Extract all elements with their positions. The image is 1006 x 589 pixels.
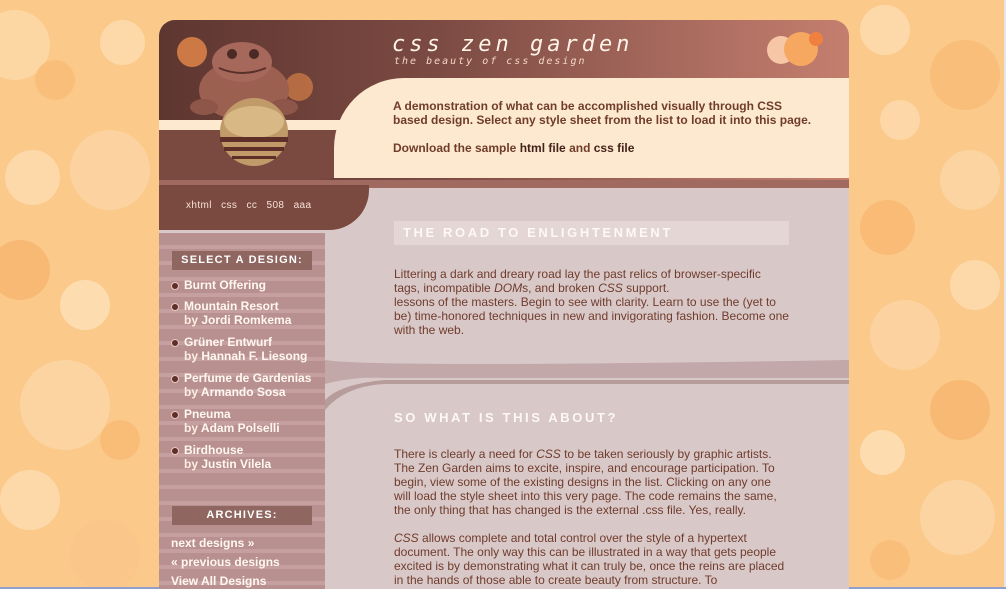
s1-text-c: support. bbox=[622, 281, 670, 295]
s2-p2-css: CSS bbox=[394, 531, 419, 545]
bullet-icon bbox=[171, 303, 179, 311]
archives-heading: ARCHIVES: bbox=[172, 506, 312, 525]
design-item-gruner-entwurf[interactable]: Grüner Entwurf by Hannah F. Liesong bbox=[171, 335, 321, 371]
css-link[interactable]: css bbox=[221, 200, 237, 211]
s1-text-d: lessons of the masters. Begin to see wit… bbox=[394, 295, 789, 337]
design-name[interactable]: Pneuma bbox=[184, 407, 321, 421]
design-name[interactable]: Perfume de Gardenias bbox=[184, 371, 321, 385]
design-name[interactable]: Mountain Resort bbox=[184, 299, 321, 313]
bullet-icon bbox=[171, 411, 179, 419]
section-body-what-is-this-about: There is clearly a need for CSS to be ta… bbox=[394, 447, 789, 589]
section-body-road-to-enlightenment: Littering a dark and dreary road lay the… bbox=[394, 267, 789, 351]
xhtml-link[interactable]: xhtml bbox=[186, 200, 212, 211]
bullet-icon bbox=[171, 375, 179, 383]
intro-paragraph: A demonstration of what can be accomplis… bbox=[393, 99, 812, 127]
html-file-link[interactable]: html file bbox=[520, 141, 566, 155]
design-name[interactable]: Burnt Offering bbox=[184, 278, 321, 292]
bullet-icon bbox=[171, 447, 179, 455]
s1-dom: DOM bbox=[494, 281, 523, 295]
intro-text: A demonstration of what can be accomplis… bbox=[393, 99, 813, 169]
download-prefix: Download the sample bbox=[393, 141, 517, 155]
bullet-icon bbox=[171, 339, 179, 347]
design-item-burnt-offering[interactable]: Burnt Offering bbox=[171, 278, 321, 299]
by-label: by bbox=[184, 385, 199, 399]
s2-p2-text-b: allows complete and total control over t… bbox=[394, 531, 785, 587]
design-author[interactable]: Armando Sosa bbox=[201, 385, 286, 399]
design-item-birdhouse[interactable]: Birdhouse by Justin Vilela bbox=[171, 443, 321, 479]
frog-on-sphere-illustration bbox=[177, 37, 313, 166]
design-author[interactable]: Hannah F. Liesong bbox=[201, 349, 307, 363]
s1-css: CSS bbox=[598, 281, 623, 295]
select-design-heading: SELECT A DESIGN: bbox=[172, 251, 312, 270]
section-divider-wave bbox=[325, 360, 849, 410]
by-label: by bbox=[184, 457, 199, 471]
s1-text-b: s, and broken bbox=[522, 281, 599, 295]
design-list: Burnt Offering Mountain Resort by Jordi … bbox=[171, 278, 321, 479]
validation-links: xhtml css cc 508 aaa bbox=[186, 200, 317, 211]
site-logo: css zen garden bbox=[392, 32, 634, 57]
design-item-mountain-resort[interactable]: Mountain Resort by Jordi Romkema bbox=[171, 299, 321, 335]
design-item-pneuma[interactable]: Pneuma by Adam Polselli bbox=[171, 407, 321, 443]
508-link[interactable]: 508 bbox=[266, 200, 284, 211]
by-label: by bbox=[184, 349, 199, 363]
aaa-link[interactable]: aaa bbox=[294, 200, 312, 211]
download-and: and bbox=[569, 141, 591, 155]
by-label: by bbox=[184, 421, 199, 435]
sidebar: SELECT A DESIGN: Burnt Offering Mountain… bbox=[159, 233, 325, 589]
css-file-link[interactable]: css file bbox=[594, 141, 635, 155]
section-title-road-to-enlightenment: THE ROAD TO ENLIGHTENMENT bbox=[394, 221, 789, 245]
view-all-designs-link[interactable]: View All Designs bbox=[171, 572, 280, 589]
download-line: Download the sample html file and css fi… bbox=[393, 141, 813, 155]
next-designs-link[interactable]: next designs » bbox=[171, 534, 280, 553]
by-label: by bbox=[184, 313, 199, 327]
bullet-icon bbox=[171, 282, 179, 290]
design-item-perfume-de-gardenias[interactable]: Perfume de Gardenias by Armando Sosa bbox=[171, 371, 321, 407]
s2-p1-text-a: There is clearly a need for bbox=[394, 447, 537, 461]
zen-garden-page: css zen garden the beauty of css design … bbox=[159, 20, 849, 589]
archive-links: next designs » « previous designs View A… bbox=[171, 534, 280, 589]
section-title-what-is-this-about: SO WHAT IS THIS ABOUT? bbox=[394, 410, 619, 425]
s2-p1-css: CSS bbox=[536, 447, 561, 461]
design-author[interactable]: Jordi Romkema bbox=[201, 313, 291, 327]
site-tagline: the beauty of css design bbox=[394, 56, 587, 67]
cc-link[interactable]: cc bbox=[246, 200, 257, 211]
design-name[interactable]: Grüner Entwurf bbox=[184, 335, 321, 349]
design-author[interactable]: Justin Vilela bbox=[201, 457, 271, 471]
design-author[interactable]: Adam Polselli bbox=[201, 421, 280, 435]
previous-designs-link[interactable]: « previous designs bbox=[171, 553, 280, 572]
design-name[interactable]: Birdhouse bbox=[184, 443, 321, 457]
